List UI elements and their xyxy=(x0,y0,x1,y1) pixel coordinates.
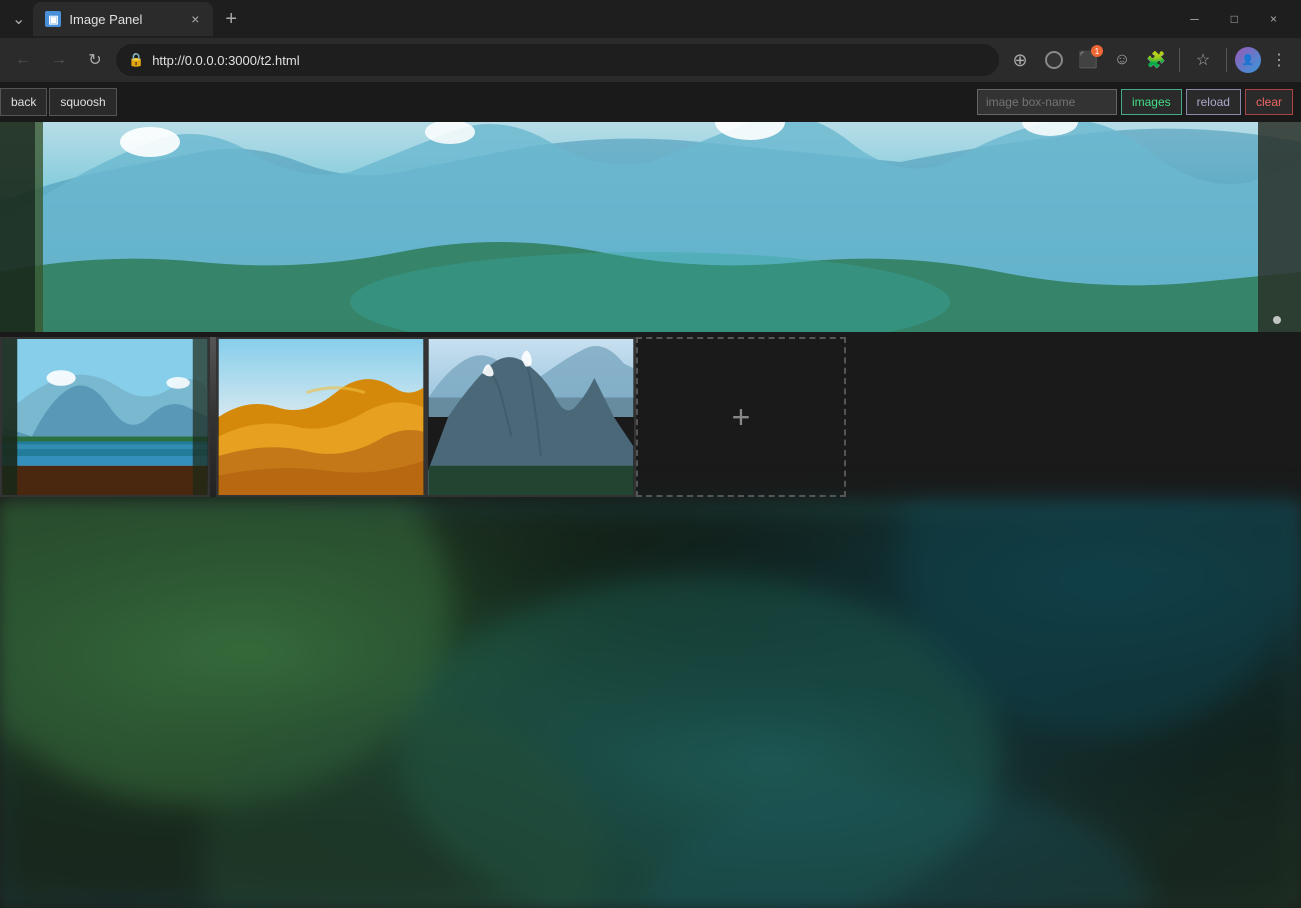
forward-nav-button[interactable]: → xyxy=(44,45,74,75)
extension-icon-4[interactable]: ☺ xyxy=(1107,45,1137,75)
back-nav-button[interactable]: ← xyxy=(8,45,38,75)
tab-bar: ⌄ ▣ Image Panel × + ─ □ × xyxy=(0,0,1301,38)
hero-image xyxy=(0,122,1301,332)
thumbnail-1[interactable] xyxy=(0,337,210,497)
profile-avatar[interactable]: 👤 xyxy=(1235,47,1261,73)
app-top-bar: back squoosh images reload clear xyxy=(0,82,1301,122)
blurred-background xyxy=(0,502,1301,908)
new-tab-button[interactable]: + xyxy=(217,4,245,35)
tab-close-button[interactable]: × xyxy=(189,9,201,29)
add-thumbnail-button[interactable]: + xyxy=(636,337,846,497)
tab-favicon: ▣ xyxy=(45,11,61,27)
maximize-button[interactable]: □ xyxy=(1215,0,1254,38)
app-content: back squoosh images reload clear xyxy=(0,82,1301,908)
close-button[interactable]: × xyxy=(1254,0,1293,38)
image-box-name-input[interactable] xyxy=(977,89,1117,115)
browser-menu-icon[interactable]: ⋮ xyxy=(1265,44,1293,76)
images-button[interactable]: images xyxy=(1121,89,1182,115)
bookmarks-icon[interactable]: ☆ xyxy=(1188,45,1218,75)
reload-button[interactable]: reload xyxy=(1186,89,1241,115)
tab-title: Image Panel xyxy=(69,12,181,27)
top-bar-right: images reload clear xyxy=(977,89,1293,115)
extension-icon-2[interactable] xyxy=(1039,45,1069,75)
clear-button[interactable]: clear xyxy=(1245,89,1293,115)
active-tab[interactable]: ▣ Image Panel × xyxy=(33,2,213,36)
address-bar[interactable]: 🔒 http://0.0.0.0:3000/t2.html xyxy=(116,44,999,76)
back-arrow-icon: ← xyxy=(15,51,31,69)
extension-icon-1[interactable]: ⊕ xyxy=(1005,45,1035,75)
carousel-dot[interactable] xyxy=(1273,316,1281,324)
thumbnail-3[interactable] xyxy=(426,337,636,497)
squoosh-button[interactable]: squoosh xyxy=(49,88,116,116)
nav-divider xyxy=(1179,48,1180,72)
back-button[interactable]: back xyxy=(0,88,47,116)
tab-list-icon[interactable]: ⌄ xyxy=(8,5,29,33)
refresh-icon: ↻ xyxy=(88,50,101,70)
thumbnail-2[interactable] xyxy=(216,337,426,497)
window-controls: ─ □ × xyxy=(1174,0,1293,38)
add-icon: + xyxy=(732,399,751,436)
nav-icons: ⊕ ⬛ 1 ☺ 🧩 ☆ 👤 ⋮ xyxy=(1005,44,1293,76)
hero-svg xyxy=(0,122,1301,332)
forward-arrow-icon: → xyxy=(51,51,67,69)
badge-count: 1 xyxy=(1091,45,1103,57)
thumbnail-area: + xyxy=(0,332,1301,502)
url-text: http://0.0.0.0:3000/t2.html xyxy=(152,53,987,68)
nav-bar: ← → ↻ 🔒 http://0.0.0.0:3000/t2.html ⊕ ⬛ … xyxy=(0,38,1301,82)
browser-chrome: ⌄ ▣ Image Panel × + ─ □ × ← → ↻ 🔒 http:/… xyxy=(0,0,1301,82)
extensions-puzzle-icon[interactable]: 🧩 xyxy=(1141,45,1171,75)
minimize-button[interactable]: ─ xyxy=(1174,0,1215,38)
nav-divider-2 xyxy=(1226,48,1227,72)
lock-icon: 🔒 xyxy=(128,52,144,68)
refresh-button[interactable]: ↻ xyxy=(80,45,110,75)
extension-icon-3[interactable]: ⬛ 1 xyxy=(1073,45,1103,75)
